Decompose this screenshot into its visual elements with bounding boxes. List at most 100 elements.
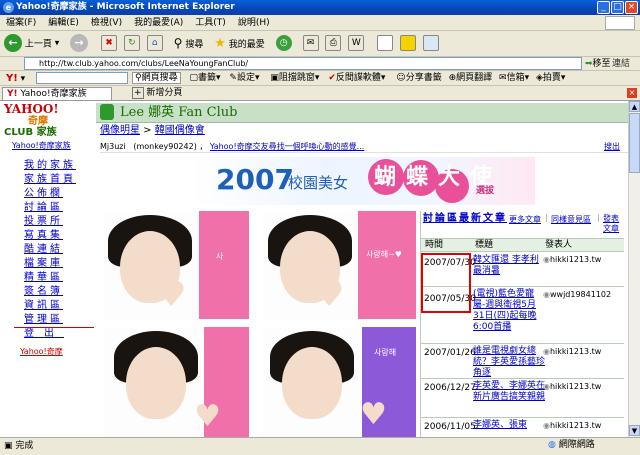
yahoo-search-input[interactable]	[36, 72, 128, 84]
scroll-thumb[interactable]	[629, 113, 640, 173]
row-author[interactable]: ◉hikki1213.tw	[543, 255, 601, 264]
share-bookmark-button[interactable]: ☺分享書籤	[396, 73, 441, 83]
photo-1[interactable]: ♥ 사	[104, 211, 249, 319]
research-icon[interactable]	[422, 35, 439, 51]
favorites-button[interactable]: ★ 我的最愛	[214, 36, 265, 51]
stop-icon[interactable]: ✖	[101, 35, 118, 51]
star-icon: ★	[214, 35, 226, 51]
links-button[interactable]: 連結	[612, 58, 630, 70]
windows-logo-icon	[605, 16, 635, 30]
row-author[interactable]: ◉wwjd19841102	[543, 290, 611, 299]
plus-icon: +	[132, 87, 144, 99]
nav-logout[interactable]: 登出	[24, 327, 94, 341]
close-button[interactable]: ×	[625, 1, 638, 14]
menu-edit[interactable]: 編輯(E)	[42, 15, 85, 31]
nav-vote[interactable]: 投票所	[24, 215, 94, 229]
header-time: 時間	[425, 240, 444, 250]
row-title-link[interactable]: 誰是電視劇女總統？李英愛孫藝珍角逐	[473, 346, 545, 379]
row-author[interactable]: ◉hikki1213.tw	[543, 347, 601, 356]
bookmarks-button[interactable]: ▢書籤▾	[189, 73, 220, 83]
history-icon[interactable]: ◷	[275, 35, 292, 51]
nav-info[interactable]: 資訊區	[24, 299, 94, 313]
left-nav: 我的家族 家族首頁 公佈欄 討論區 投票所 寫真集 酷連結 檔案庫 精華區 簽名…	[24, 159, 94, 341]
tab-active[interactable]: Y! Yahoo!奇摩家族	[2, 87, 112, 100]
status-text: 完成	[15, 441, 34, 451]
print-icon[interactable]: ⎙	[325, 35, 342, 51]
mail-icon[interactable]: ✉	[302, 35, 319, 51]
nav-guestbook[interactable]: 簽名簿	[24, 285, 94, 299]
nav-featured[interactable]: 精華區	[24, 271, 94, 285]
scroll-down-icon[interactable]: ▼	[629, 425, 640, 436]
breadcrumb-korean-idol[interactable]: 韓國偶像會	[155, 125, 205, 136]
translate-button[interactable]: ⊕網頁翻譯	[449, 73, 493, 83]
refresh-icon[interactable]: ↻	[123, 35, 140, 51]
scroll-up-icon[interactable]: ▲	[629, 101, 640, 112]
discuss-icon[interactable]	[377, 35, 394, 51]
row-title-link[interactable]: 韓文匯還 李孝利最消暑	[473, 255, 541, 277]
menu-help[interactable]: 說明(H)	[232, 15, 276, 31]
window-title: Yahoo!奇摩家族 - Microsoft Internet Explorer	[16, 2, 235, 12]
post-article-link[interactable]: 發表文章	[603, 214, 621, 234]
menu-file[interactable]: 檔案(F)	[0, 15, 42, 31]
go-button[interactable]: ➡移至	[585, 58, 611, 70]
forum-header-row	[421, 238, 624, 252]
minimize-button[interactable]: _	[597, 1, 610, 14]
search-button[interactable]: ⚲ 搜尋	[174, 36, 204, 50]
edit-icon[interactable]: W	[348, 35, 365, 51]
nav-admin[interactable]: 管理區	[24, 313, 94, 327]
yahoo-club-link[interactable]: Yahoo!奇摩家族	[12, 140, 71, 151]
web-search-button[interactable]: ⚲網頁搜尋	[132, 72, 181, 84]
nav-club-home[interactable]: 家族首頁	[24, 173, 94, 187]
forward-button[interactable]: →	[70, 34, 89, 52]
nav-bulletin[interactable]: 公佈欄	[24, 187, 94, 201]
table-row: 2006/12/27 李英愛、李娜英在新片廣告搞笑親親 ◉hikki1213.t…	[421, 380, 624, 418]
vertical-scrollbar[interactable]: ▲ ▼	[628, 101, 640, 437]
ie-icon: e	[3, 2, 14, 13]
anti-spyware-button[interactable]: ✔反間諜軟體▾	[328, 73, 385, 83]
nav-my-club[interactable]: 我的家族	[24, 159, 94, 173]
photo-4[interactable]: ♥ 사랑해	[262, 327, 416, 437]
tab-new[interactable]: + 新增分頁	[128, 87, 186, 100]
row-title-link[interactable]: (電視)藍色愛寵屬-週與衛視5月31日(四)起每晚6:00首播	[473, 289, 545, 333]
yahoo-logo[interactable]: Y!	[6, 73, 18, 84]
back-button[interactable]: ← 上一頁 ▾	[4, 34, 59, 52]
menu-tools[interactable]: 工具(T)	[189, 15, 232, 31]
row-author[interactable]: ◉hikki1213.tw	[543, 382, 601, 391]
ticker: Mj3uzi (monkey90242) ， Yahoo!奇摩交友尋找一個呼喚心…	[100, 141, 628, 153]
user-icon: ◉	[543, 347, 550, 356]
auction-button[interactable]: ◈拍賣▾	[536, 73, 565, 83]
user-icon: ◉	[543, 290, 550, 299]
ticker-link[interactable]: Yahoo!奇摩交友尋找一個呼喚心動的感覺...	[210, 142, 364, 151]
table-row: 2006/11/05 李娜英、張東 ◉hikki1213.tw	[421, 419, 624, 437]
photo-3[interactable]: ♥	[104, 327, 249, 437]
ticker-more-link[interactable]: 搜出	[604, 141, 620, 153]
same-opinion-link[interactable]: 同樣意見區	[551, 214, 591, 225]
close-tab-icon[interactable]: ×	[627, 88, 637, 98]
yahoo-toolbar-buttons: ⚲網頁搜尋 ▢書籤▾ ✎設定▾ ▣阻擋跳窗▾ ✔反間諜軟體▾ ☺分享書籤 ⊕網頁…	[132, 72, 565, 85]
photo-2[interactable]: ♥ 사랑해~♥	[262, 211, 416, 319]
menu-view[interactable]: 檢視(V)	[85, 15, 128, 31]
block-popup-button[interactable]: ▣阻擋跳窗▾	[270, 73, 319, 83]
yahoo-kimo-link[interactable]: Yahoo!奇摩	[20, 346, 63, 357]
nav-forum[interactable]: 討論區	[24, 201, 94, 215]
breadcrumb: 偶像明星 > 韓國偶像會	[100, 125, 205, 136]
nav-photos[interactable]: 寫真集	[24, 229, 94, 243]
messenger-icon[interactable]	[400, 35, 417, 51]
row-title-link[interactable]: 李英愛、李娜英在新片廣告搞笑親親	[473, 381, 545, 403]
web-page: YAHOO! 奇摩 CLUB 家族 Yahoo!奇摩家族 Lee 娜英 Fan …	[0, 101, 628, 437]
more-posts-link[interactable]: 更多文章	[509, 214, 541, 225]
row-author[interactable]: ◉hikki1213.tw	[543, 421, 601, 430]
club-title: Lee 娜英 Fan Club	[120, 105, 238, 120]
nav-files[interactable]: 檔案庫	[24, 257, 94, 271]
nav-links[interactable]: 酷連結	[24, 243, 94, 257]
mail-button[interactable]: ✉信箱▾	[499, 73, 529, 83]
settings-button[interactable]: ✎設定▾	[229, 73, 259, 83]
banner-year: 2007	[216, 163, 294, 196]
address-input[interactable]: http://tw.club.yahoo.com/clubs/LeeNaYoun…	[24, 57, 582, 70]
maximize-button[interactable]: □	[611, 1, 624, 14]
menu-favorites[interactable]: 我的最愛(A)	[128, 15, 189, 31]
home-icon[interactable]: ⌂	[146, 35, 163, 51]
row-title-link[interactable]: 李娜英、張東	[473, 420, 545, 431]
campus-beauty-banner[interactable]: 2007 校園美女 蝴蝶大使 選拔	[190, 157, 535, 205]
breadcrumb-idol[interactable]: 偶像明星	[100, 125, 140, 136]
